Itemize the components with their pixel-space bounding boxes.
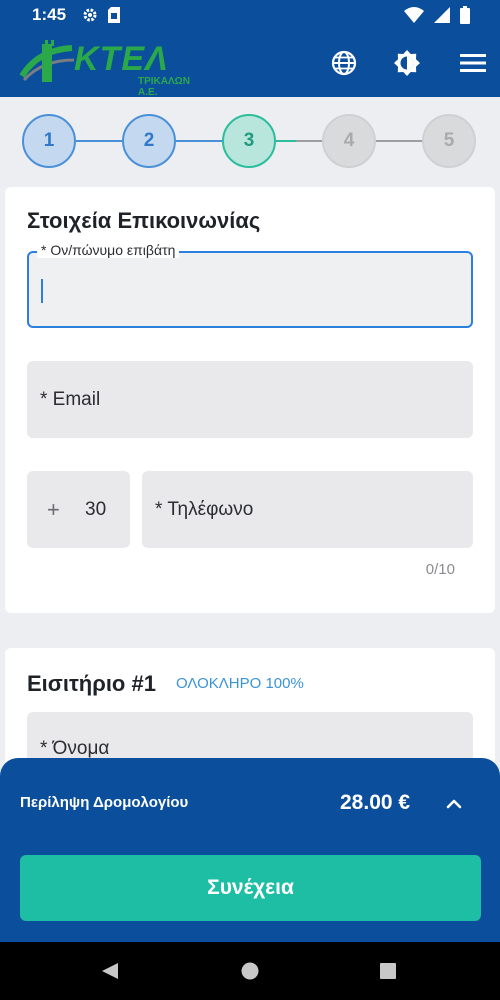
menu-icon xyxy=(460,54,486,72)
language-button[interactable] xyxy=(327,46,361,80)
step-1[interactable]: 1 xyxy=(22,114,76,168)
sim-card-icon xyxy=(108,7,121,23)
menu-button[interactable] xyxy=(456,46,490,80)
first-name-label: * Όνομα xyxy=(40,738,110,759)
phone-field[interactable]: * Τηλέφωνο xyxy=(142,471,473,548)
status-icons-left xyxy=(82,7,121,23)
globe-icon xyxy=(331,50,357,76)
full-name-label: * Ον/πώνυμο επιβάτη xyxy=(37,242,180,258)
status-time: 1:45 xyxy=(32,5,67,24)
progress-stepper: 1 2 3 4 5 xyxy=(22,112,478,170)
status-bar: 1:45 xyxy=(0,0,500,30)
step-connector xyxy=(76,140,122,142)
trip-summary-sheet: Περίληψη Δρομολογίου 28.00 € Συνέχεια xyxy=(0,758,500,942)
text-caret xyxy=(41,279,43,303)
battery-icon xyxy=(460,6,470,24)
logo-subtext: ΤΡΙΚΑΛΩΝ Α.Ε. xyxy=(138,76,190,98)
continue-button[interactable]: Συνέχεια xyxy=(20,855,481,921)
step-5: 5 xyxy=(422,114,476,168)
contact-info-title: Στοιχεία Επικοινωνίας xyxy=(27,208,261,233)
app-header: ΚΤΕΛ ΤΡΙΚΑΛΩΝ Α.Ε. xyxy=(0,30,500,98)
back-button[interactable] xyxy=(98,959,122,983)
settings-status-icon xyxy=(83,8,97,22)
contact-info-card: Στοιχεία Επικοινωνίας * Ον/πώνυμο επιβάτ… xyxy=(5,187,495,613)
step-4: 4 xyxy=(322,114,376,168)
step-connector xyxy=(376,140,422,142)
step-connector xyxy=(176,140,222,142)
wifi-icon xyxy=(404,7,424,23)
phone-char-counter: 0/10 xyxy=(425,561,455,578)
total-price: 28.00 € xyxy=(340,791,411,814)
ticket-card: Εισιτήριο #1 ΟΛΟΚΛΗΡΟ 100% * Όνομα xyxy=(5,648,495,789)
status-icons-right xyxy=(404,6,470,24)
phone-label: * Τηλέφωνο xyxy=(155,498,254,520)
bus-logo-icon xyxy=(19,40,75,82)
plus-icon: + xyxy=(47,496,60,522)
step-2[interactable]: 2 xyxy=(122,114,176,168)
recents-button[interactable] xyxy=(376,959,400,983)
home-button[interactable] xyxy=(238,959,262,983)
step-connector xyxy=(276,140,296,142)
ticket-title: Εισιτήριο #1 xyxy=(27,671,156,696)
ktel-logo: ΚΤΕΛ ΤΡΙΚΑΛΩΝ Α.Ε. xyxy=(18,36,198,98)
email-field[interactable]: * Email xyxy=(27,361,473,438)
logo-text: ΚΤΕΛ xyxy=(74,40,169,78)
recents-icon xyxy=(380,963,396,979)
ticket-type-badge: ΟΛΟΚΛΗΡΟ 100% xyxy=(176,675,304,692)
country-code-field[interactable]: + 30 xyxy=(27,471,130,548)
home-icon xyxy=(241,962,259,980)
expand-summary-button[interactable] xyxy=(438,788,470,820)
system-nav-bar xyxy=(0,942,500,1000)
step-3: 3 xyxy=(222,114,276,168)
theme-button[interactable] xyxy=(390,46,424,80)
full-name-field[interactable]: * Ον/πώνυμο επιβάτη xyxy=(27,242,473,328)
chevron-up-icon xyxy=(446,799,462,809)
signal-icon xyxy=(434,7,450,23)
step-connector xyxy=(296,140,322,142)
email-label: * Email xyxy=(40,388,101,410)
country-code-value: 30 xyxy=(85,498,107,520)
trip-summary-label: Περίληψη Δρομολογίου xyxy=(20,794,189,811)
brightness-icon xyxy=(394,50,420,76)
back-icon xyxy=(102,963,118,979)
